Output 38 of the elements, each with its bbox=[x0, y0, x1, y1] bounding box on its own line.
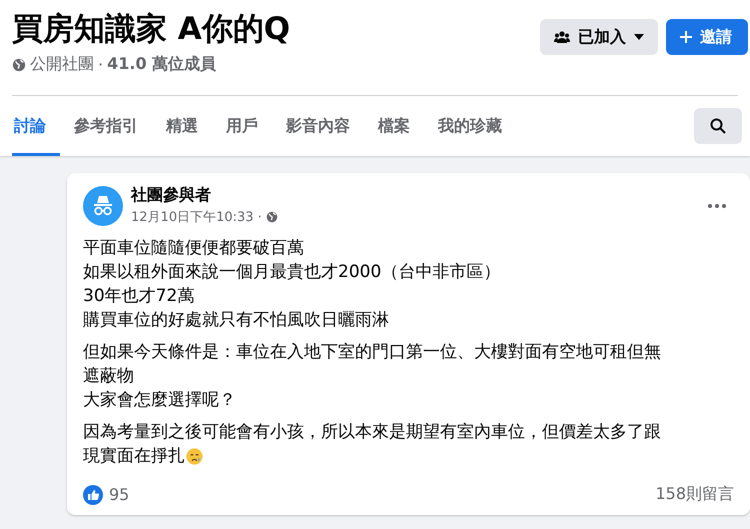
nav-tab[interactable]: 參考指引 bbox=[60, 96, 152, 156]
caret-icon bbox=[634, 34, 644, 40]
group-title: 買房知識家 A你的Q bbox=[12, 10, 290, 49]
post-text: 平面車位隨隨便便都要破百萬 bbox=[83, 237, 305, 260]
post-text: 大家會怎麼選擇呢？ bbox=[83, 389, 237, 412]
post-text: 現實面在掙扎 bbox=[83, 445, 185, 468]
globe-icon bbox=[12, 58, 26, 72]
nav-tab[interactable]: 精選 bbox=[152, 96, 212, 156]
post-text: 遮蔽物 bbox=[83, 365, 135, 388]
member-count: 41.0 萬位成員 bbox=[107, 54, 216, 75]
joined-button[interactable]: 已加入 bbox=[540, 19, 658, 55]
privacy-label: 公開社團 bbox=[30, 54, 94, 75]
post-text: 30年也才72萬 bbox=[83, 285, 196, 308]
post-text: 購買車位的好處就只有不怕風吹日曬雨淋 bbox=[83, 309, 390, 332]
globe-icon bbox=[266, 211, 278, 223]
crying-face-icon bbox=[186, 448, 203, 464]
like-icon bbox=[83, 484, 103, 504]
nav-tab[interactable]: 檔案 bbox=[364, 96, 424, 156]
anonymous-avatar-icon bbox=[83, 186, 123, 226]
comment-count[interactable]: 158則留言 bbox=[655, 484, 734, 505]
post-text: 但如果今天條件是：車位在入地下室的門口第一位、大樓對面有空地可租但無 bbox=[83, 341, 662, 364]
nav-tab[interactable]: 討論 bbox=[12, 96, 60, 156]
more-icon bbox=[708, 204, 726, 208]
like-count[interactable]: 95 bbox=[109, 485, 130, 504]
nav-tab[interactable]: 影音內容 bbox=[272, 96, 364, 156]
search-button[interactable] bbox=[694, 108, 742, 144]
separator-dot: · bbox=[98, 55, 104, 74]
nav-tab[interactable]: 我的珍藏 bbox=[424, 96, 516, 156]
author-name[interactable]: 社團參與者 bbox=[131, 185, 692, 206]
invite-button[interactable]: 邀請 bbox=[666, 19, 748, 55]
nav-tab[interactable]: 用戶 bbox=[212, 96, 272, 156]
post-text: 因為考量到之後可能會有小孩，所以本來是期望有室內車位，但價差太多了跟 bbox=[83, 421, 662, 444]
plus-icon bbox=[680, 31, 692, 43]
post-time[interactable]: 12月10日下午10:33 bbox=[131, 208, 254, 226]
post-text: 如果以租外面來說一個月最貴也才2000（台中非市區） bbox=[83, 261, 502, 284]
separator-dot: · bbox=[258, 210, 262, 224]
people-icon bbox=[554, 30, 570, 44]
search-icon bbox=[710, 118, 726, 134]
